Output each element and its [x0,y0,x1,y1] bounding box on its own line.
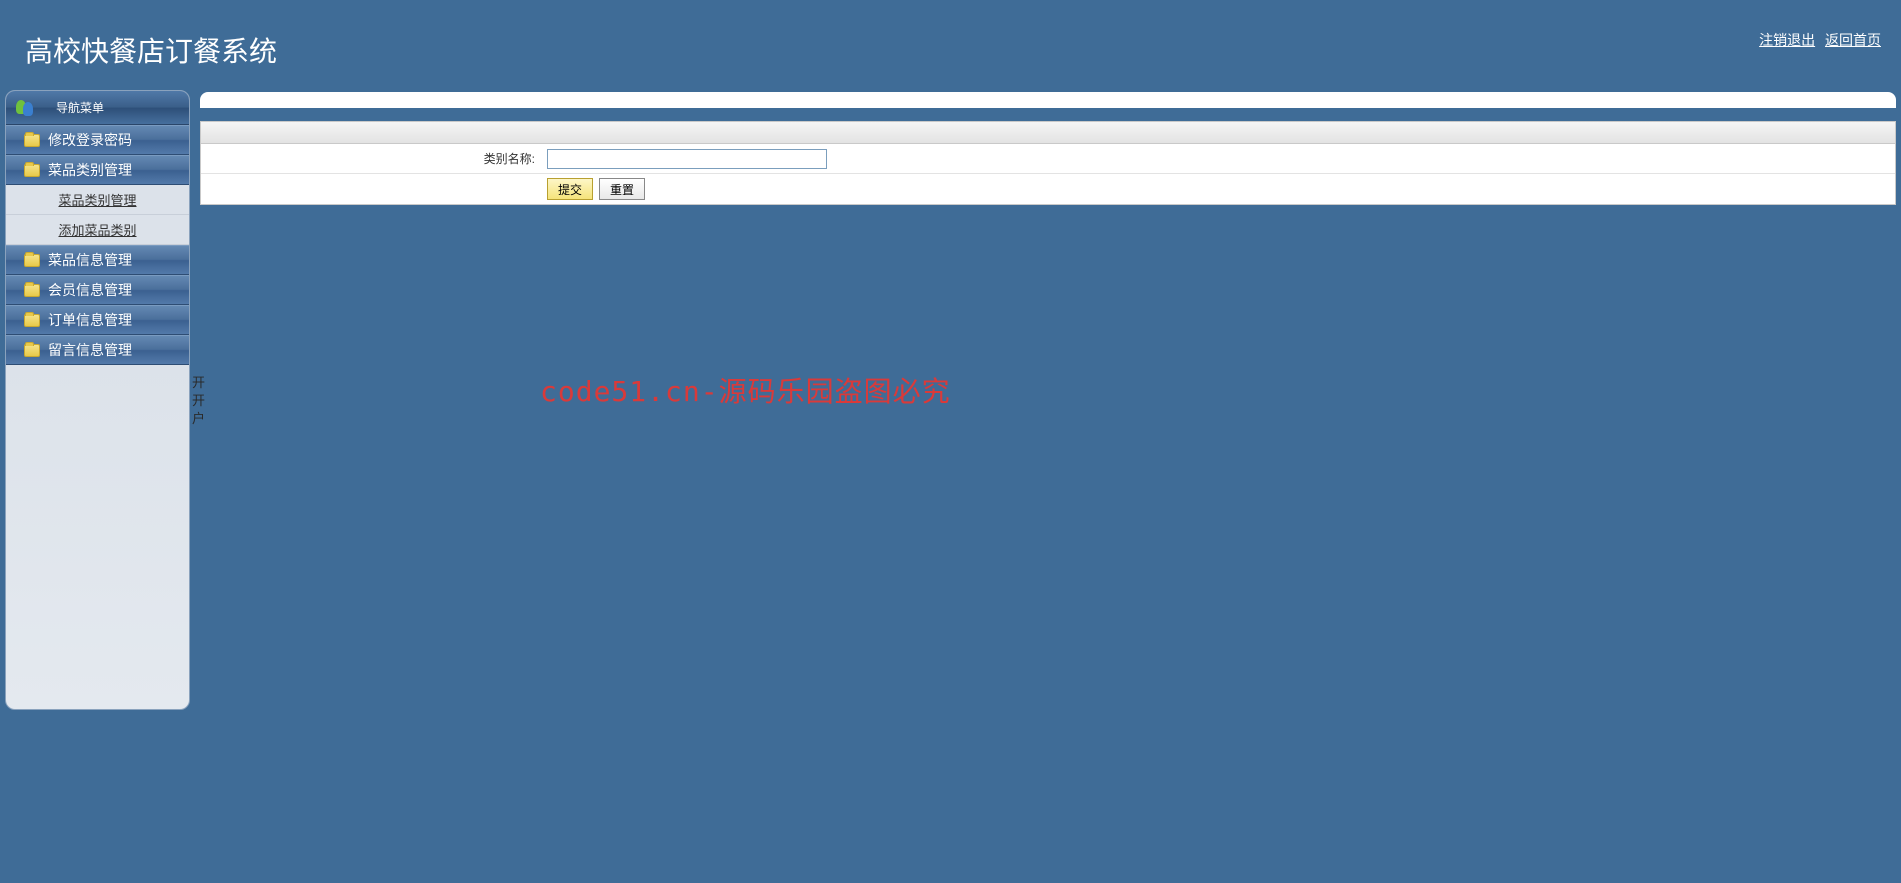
app-header: 高校快餐店订餐系统 注销退出 返回首页 [0,0,1901,90]
content-top-bar [200,92,1896,108]
stray-char-3: 户 [192,410,205,428]
form-header-bar [201,122,1895,144]
submenu-link[interactable]: 菜品类别管理 [58,190,136,209]
sidebar-item-label: 菜品信息管理 [48,250,132,270]
form-row-category-name: 类别名称: [201,144,1895,174]
submenu-link[interactable]: 添加菜品类别 [58,220,136,239]
form-button-row: 提交 重置 [201,174,1895,204]
reset-button[interactable]: 重置 [599,178,645,200]
category-name-cell [541,149,827,169]
sidebar-item-label: 订单信息管理 [48,310,132,330]
submenu-item-category-add[interactable]: 添加菜品类别 [6,215,189,245]
sidebar-item-member-manage[interactable]: 会员信息管理 [6,275,189,305]
sidebar: 导航菜单 修改登录密码 菜品类别管理 菜品类别管理 添加菜品类别 菜品信息管理 … [5,90,190,710]
sidebar-item-label: 留言信息管理 [48,340,132,360]
folder-icon [24,164,40,177]
people-icon [16,100,36,116]
content-area: 类别名称: 提交 重置 [200,92,1896,878]
main-wrap: 导航菜单 修改登录密码 菜品类别管理 菜品类别管理 添加菜品类别 菜品信息管理 … [5,90,1896,878]
sidebar-item-dish-manage[interactable]: 菜品信息管理 [6,245,189,275]
sidebar-header-label: 导航菜单 [56,99,104,116]
sidebar-item-label: 修改登录密码 [48,130,132,150]
sidebar-item-category-manage[interactable]: 菜品类别管理 [6,155,189,185]
logout-link[interactable]: 注销退出 [1759,32,1815,48]
submenu-category: 菜品类别管理 添加菜品类别 [6,185,189,245]
folder-icon [24,314,40,327]
stray-char-1: 开 [192,374,205,392]
folder-icon [24,134,40,147]
folder-icon [24,284,40,297]
stray-char-2: 开 [192,392,205,410]
submenu-item-category-list[interactable]: 菜品类别管理 [6,185,189,215]
home-link[interactable]: 返回首页 [1825,32,1881,48]
add-category-form: 类别名称: 提交 重置 [200,121,1896,205]
category-name-label: 类别名称: [201,150,541,167]
sidebar-header: 导航菜单 [6,91,189,125]
app-title: 高校快餐店订餐系统 [25,30,277,70]
sidebar-item-message-manage[interactable]: 留言信息管理 [6,335,189,365]
sidebar-item-order-manage[interactable]: 订单信息管理 [6,305,189,335]
sidebar-item-label: 菜品类别管理 [48,160,132,180]
folder-icon [24,254,40,267]
submit-button[interactable]: 提交 [547,178,593,200]
category-name-input[interactable] [547,149,827,169]
sidebar-item-label: 会员信息管理 [48,280,132,300]
header-links: 注销退出 返回首页 [1753,30,1881,50]
sidebar-item-change-password[interactable]: 修改登录密码 [6,125,189,155]
folder-icon [24,344,40,357]
